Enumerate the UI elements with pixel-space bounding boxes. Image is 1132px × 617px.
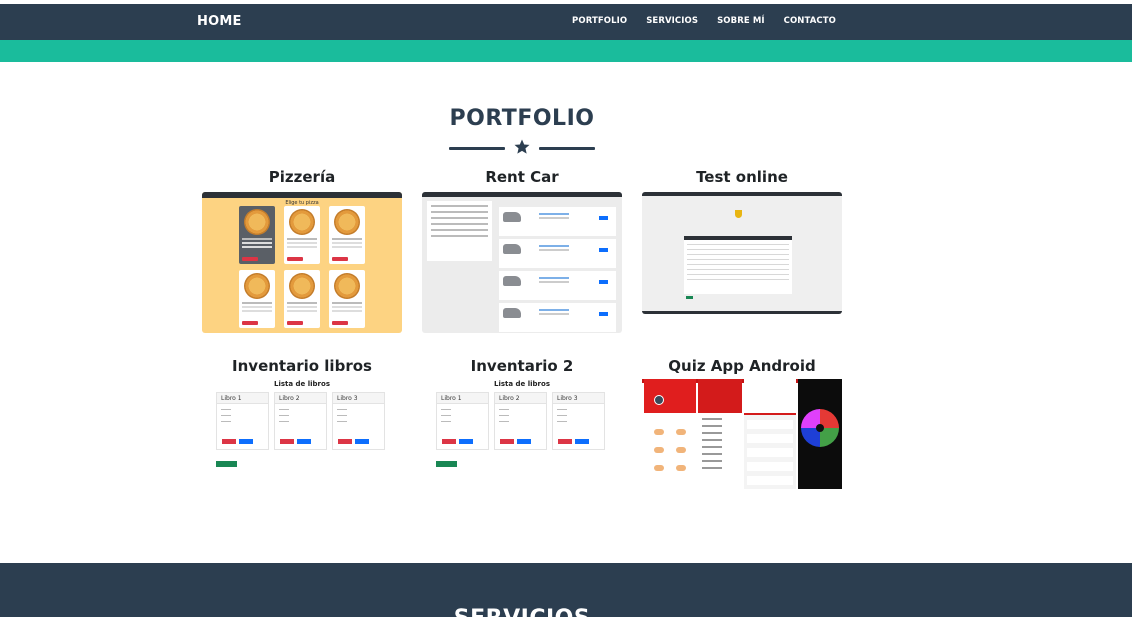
project-thumbnail-rent-car[interactable] [422, 192, 622, 333]
nav-links: PORTFOLIO SERVICIOS SOBRE MÍ CONTACTO [572, 16, 836, 26]
project-title-test-online: Test online [696, 168, 788, 186]
project-thumbnail-pizzeria[interactable]: Elige tu pizza [202, 192, 402, 333]
pizza-card [239, 206, 275, 264]
thumb-navbar [202, 192, 402, 198]
project-title-inventario-libros: Inventario libros [232, 357, 372, 375]
portfolio-heading: PORTFOLIO [449, 106, 595, 131]
phone-screen-ranking [744, 379, 796, 489]
results-table [684, 236, 792, 294]
project-title-rent-car: Rent Car [485, 168, 559, 186]
book-card: Libro 1 [436, 392, 489, 450]
phone-screen-menu [698, 379, 742, 489]
divider-line-right [539, 147, 595, 150]
trophy-icon [735, 210, 742, 218]
add-book-button [216, 461, 237, 467]
heading-divider [449, 139, 595, 157]
thumb-navbar [642, 192, 842, 196]
project-thumbnail-quiz-app[interactable] [642, 379, 842, 489]
project-title-quiz-app: Quiz App Android [668, 357, 816, 375]
book-card: Libro 2 [274, 392, 327, 450]
project-thumbnail-test-online[interactable] [642, 192, 842, 314]
avatar [654, 395, 664, 405]
car-row [499, 239, 616, 268]
pizza-card [329, 206, 365, 264]
phone-screen-wheel [798, 379, 842, 489]
book-card: Libro 1 [216, 392, 269, 450]
divider-line-left [449, 147, 505, 150]
pizza-card [284, 206, 320, 264]
home-link[interactable]: HOME [197, 14, 242, 29]
nav-link-servicios[interactable]: SERVICIOS [646, 16, 698, 26]
servicios-heading: SERVICIOS [0, 606, 1044, 617]
project-thumbnail-inventario-2[interactable]: Lista de libros Libro 1 Libro 2 Libro 3 [422, 379, 622, 469]
navbar: HOME PORTFOLIO SERVICIOS SOBRE MÍ CONTAC… [0, 4, 1132, 40]
pizza-card [239, 270, 275, 328]
thumb-header: Lista de libros [494, 380, 550, 388]
car-row [499, 303, 616, 332]
book-card: Libro 2 [494, 392, 547, 450]
pizza-card [284, 270, 320, 328]
pizza-grid [239, 206, 366, 328]
book-card: Libro 3 [552, 392, 605, 450]
project-title-pizzeria: Pizzería [268, 168, 336, 186]
star-icon [514, 139, 530, 154]
car-row [499, 207, 616, 236]
thumb-button [686, 296, 693, 299]
roulette-wheel [801, 409, 839, 447]
thumb-navbar [422, 192, 622, 197]
thumb-header: Lista de libros [274, 380, 330, 388]
book-card: Libro 3 [332, 392, 385, 450]
car-row [499, 271, 616, 300]
pizza-card [329, 270, 365, 328]
thumb-sidebar [427, 201, 492, 261]
project-title-inventario-2: Inventario 2 [470, 357, 574, 375]
phone-screen-home [644, 379, 696, 489]
masthead-accent-bar [0, 40, 1132, 62]
nav-link-contacto[interactable]: CONTACTO [784, 16, 836, 26]
project-thumbnail-inventario-libros[interactable]: Lista de libros Libro 1 Libro 2 Libro 3 [202, 379, 402, 469]
add-book-button [436, 461, 457, 467]
nav-link-portfolio[interactable]: PORTFOLIO [572, 16, 627, 26]
nav-link-sobre-mi[interactable]: SOBRE MÍ [717, 16, 765, 26]
book-cards: Libro 1 Libro 2 Libro 3 [216, 392, 385, 450]
book-cards: Libro 1 Libro 2 Libro 3 [436, 392, 605, 450]
thumb-footer [642, 311, 842, 314]
